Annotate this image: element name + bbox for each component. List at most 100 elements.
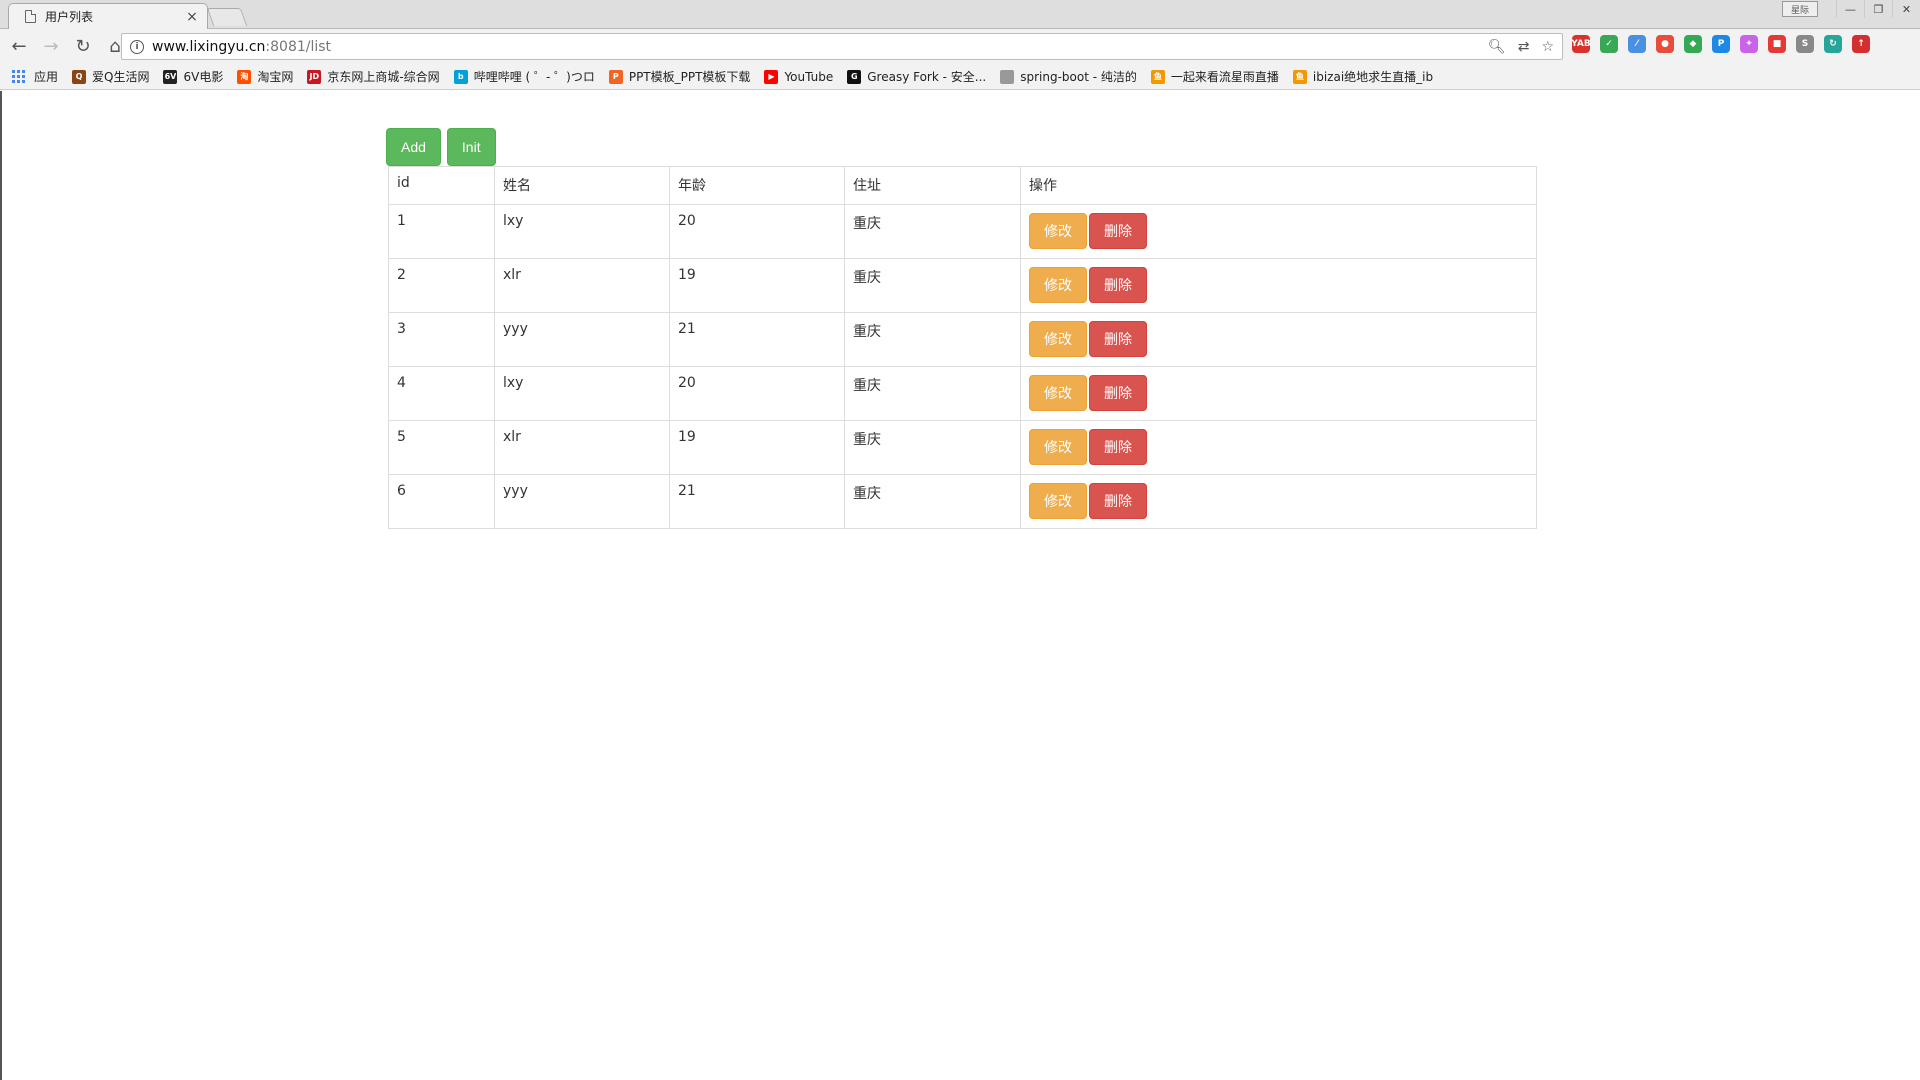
add-button[interactable]: Add [386,128,441,166]
delete-button[interactable]: 删除 [1089,375,1147,411]
feather-icon[interactable]: ⁄ [1628,35,1646,53]
delete-button[interactable]: 删除 [1089,213,1147,249]
key-icon[interactable]: P [1712,35,1730,53]
info-icon[interactable]: i [130,39,144,54]
s-icon[interactable]: S [1796,35,1814,53]
bookmark-item[interactable]: G Greasy Fork - 安全... [847,68,986,85]
bookmark-item[interactable]: 应用 [12,68,58,85]
cell-address: 重庆 [844,312,1021,367]
profile-button[interactable]: 星际 [1782,1,1818,17]
edit-button[interactable]: 修改 [1029,429,1087,465]
delete-button[interactable]: 删除 [1089,429,1147,465]
bookmark-item[interactable]: 淘淘宝网 [237,68,293,85]
bookmark-label: ibizai绝地求生直播_ib [1312,70,1434,84]
cell-actions: 修改 删除 [1020,204,1537,259]
bookmark-item[interactable]: 鱼 ibizai绝地求生直播_ib [1292,68,1434,85]
page-icon [1000,69,1015,84]
new-tab-button[interactable] [206,8,248,26]
greasyfork-icon: G [847,69,862,84]
bookmark-item[interactable]: Q 爱Q生活网 [72,68,149,85]
cell-age: 21 [669,312,845,367]
cell-address: 重庆 [844,420,1021,475]
edit-button[interactable]: 修改 [1029,321,1087,357]
edit-button[interactable]: 修改 [1029,213,1087,249]
bookmark-label: 哔哩哔哩 ( ゜- ゜)つロ [473,70,595,84]
bilibili-icon: b [453,69,468,84]
action-bar: Add Init [386,128,496,166]
sync-icon[interactable]: ↻ [1824,35,1842,53]
bookmark-item[interactable]: P PPT模板_PPT模板下载 [608,68,750,85]
yab-icon[interactable]: YAB [1571,35,1591,53]
edit-button[interactable]: 修改 [1029,267,1087,303]
table-row: 1 lxy 20 重庆 修改 删除 [388,204,1537,259]
cell-id: 2 [388,258,495,313]
address-bar[interactable]: i www.lixingyu.cn :8081/list 🔍︎ ⇄ ☆ [121,33,1563,60]
table-row: 6 yyy 21 重庆 修改 删除 [388,474,1537,529]
cell-age: 19 [669,420,845,475]
column-header-id: id [388,166,495,205]
bookmark-item[interactable]: ▶ YouTube [764,69,834,84]
cell-age: 19 [669,258,845,313]
restore-button[interactable]: ❐ [1864,0,1892,18]
column-header-actions: 操作 [1020,166,1537,205]
cell-actions: 修改 删除 [1020,420,1537,475]
douyu-icon: 鱼 [1292,69,1307,84]
cell-address: 重庆 [844,258,1021,313]
tab-user-list[interactable]: 用户列表 × [8,3,208,29]
bookmark-label: YouTube [784,69,834,84]
maps-pin-icon[interactable]: ● [1656,35,1674,53]
cell-name: lxy [494,366,670,421]
bookmark-label: 6V电影 [183,70,224,84]
tabs-icon[interactable]: ■ [1768,35,1786,53]
back-button[interactable]: ← [6,34,32,60]
bookmark-label: 应用 [34,70,59,84]
cell-id: 3 [388,312,495,367]
cell-id: 5 [388,420,495,475]
bookmark-label: Greasy Fork - 安全... [867,70,987,84]
minimize-button[interactable]: — [1836,0,1864,18]
cell-name: xlr [494,258,670,313]
tab-close-button[interactable]: × [185,9,199,25]
column-header-address: 住址 [844,166,1021,205]
star-icon[interactable]: ☆ [1541,39,1554,55]
init-button[interactable]: Init [446,128,496,166]
cell-age: 21 [669,474,845,529]
bookmark-item[interactable]: JD 京东网上商城-综合网 [307,68,440,85]
delete-button[interactable]: 删除 [1089,267,1147,303]
bookmark-item[interactable]: spring-boot - 纯洁的 [1000,68,1137,85]
shield-icon[interactable]: ✓ [1600,35,1618,53]
cell-actions: 修改 删除 [1020,474,1537,529]
upload-icon[interactable]: ↑ [1852,35,1870,53]
cell-actions: 修改 删除 [1020,312,1537,367]
close-window-button[interactable]: ✕ [1892,0,1920,18]
delete-button[interactable]: 删除 [1089,483,1147,519]
table-header-row: id 姓名 年龄 住址 操作 [388,166,1537,205]
cell-age: 20 [669,204,845,259]
url-host: www.lixingyu.cn [152,38,266,55]
translate-icon[interactable]: ⇄ [1518,39,1530,55]
cell-actions: 修改 删除 [1020,366,1537,421]
bookmark-label: 一起来看流星雨直播 [1170,70,1279,84]
cell-name: lxy [494,204,670,259]
delete-button[interactable]: 删除 [1089,321,1147,357]
6v-icon: 6V [163,69,178,84]
lion-icon: Q [72,69,87,84]
edit-button[interactable]: 修改 [1029,483,1087,519]
reload-button[interactable]: ↻ [70,34,96,60]
forward-button[interactable]: → [38,34,64,60]
bookmark-label: spring-boot - 纯洁的 [1020,70,1137,84]
window-controls: 星际 — ❐ ✕ [1782,0,1920,18]
sparkle-icon[interactable]: ✦ [1740,35,1758,53]
edit-button[interactable]: 修改 [1029,375,1087,411]
bookmarks-bar: 应用 Q 爱Q生活网 6V 6V电影淘淘宝网 JD 京东网上商城-综合网 b 哔哩哔哩 ( ゜-… [0,64,1920,90]
document-icon [25,10,36,23]
bookmark-item[interactable]: b 哔哩哔哩 ( ゜- ゜)つロ [453,68,595,85]
user-table: id 姓名 年龄 住址 操作 1 lxy 20 重庆 修改 删除 2 xlr 19 重庆 修改 删除 3… [388,166,1537,529]
bookmark-item[interactable]: 6V 6V电影 [163,68,223,85]
bookmark-label: 淘宝网 [257,70,294,84]
chrome-ext-icon[interactable]: ◆ [1684,35,1702,53]
url-path: :8081/list [265,38,332,55]
bookmark-item[interactable]: 鱼一起来看流星雨直播 [1150,68,1279,85]
extensions-bar: YAB ✓ ⁄ ● ◆ P ✦ ■ S ↻ ↑ [1571,35,1870,53]
zoom-icon[interactable]: 🔍︎ [1488,39,1506,55]
